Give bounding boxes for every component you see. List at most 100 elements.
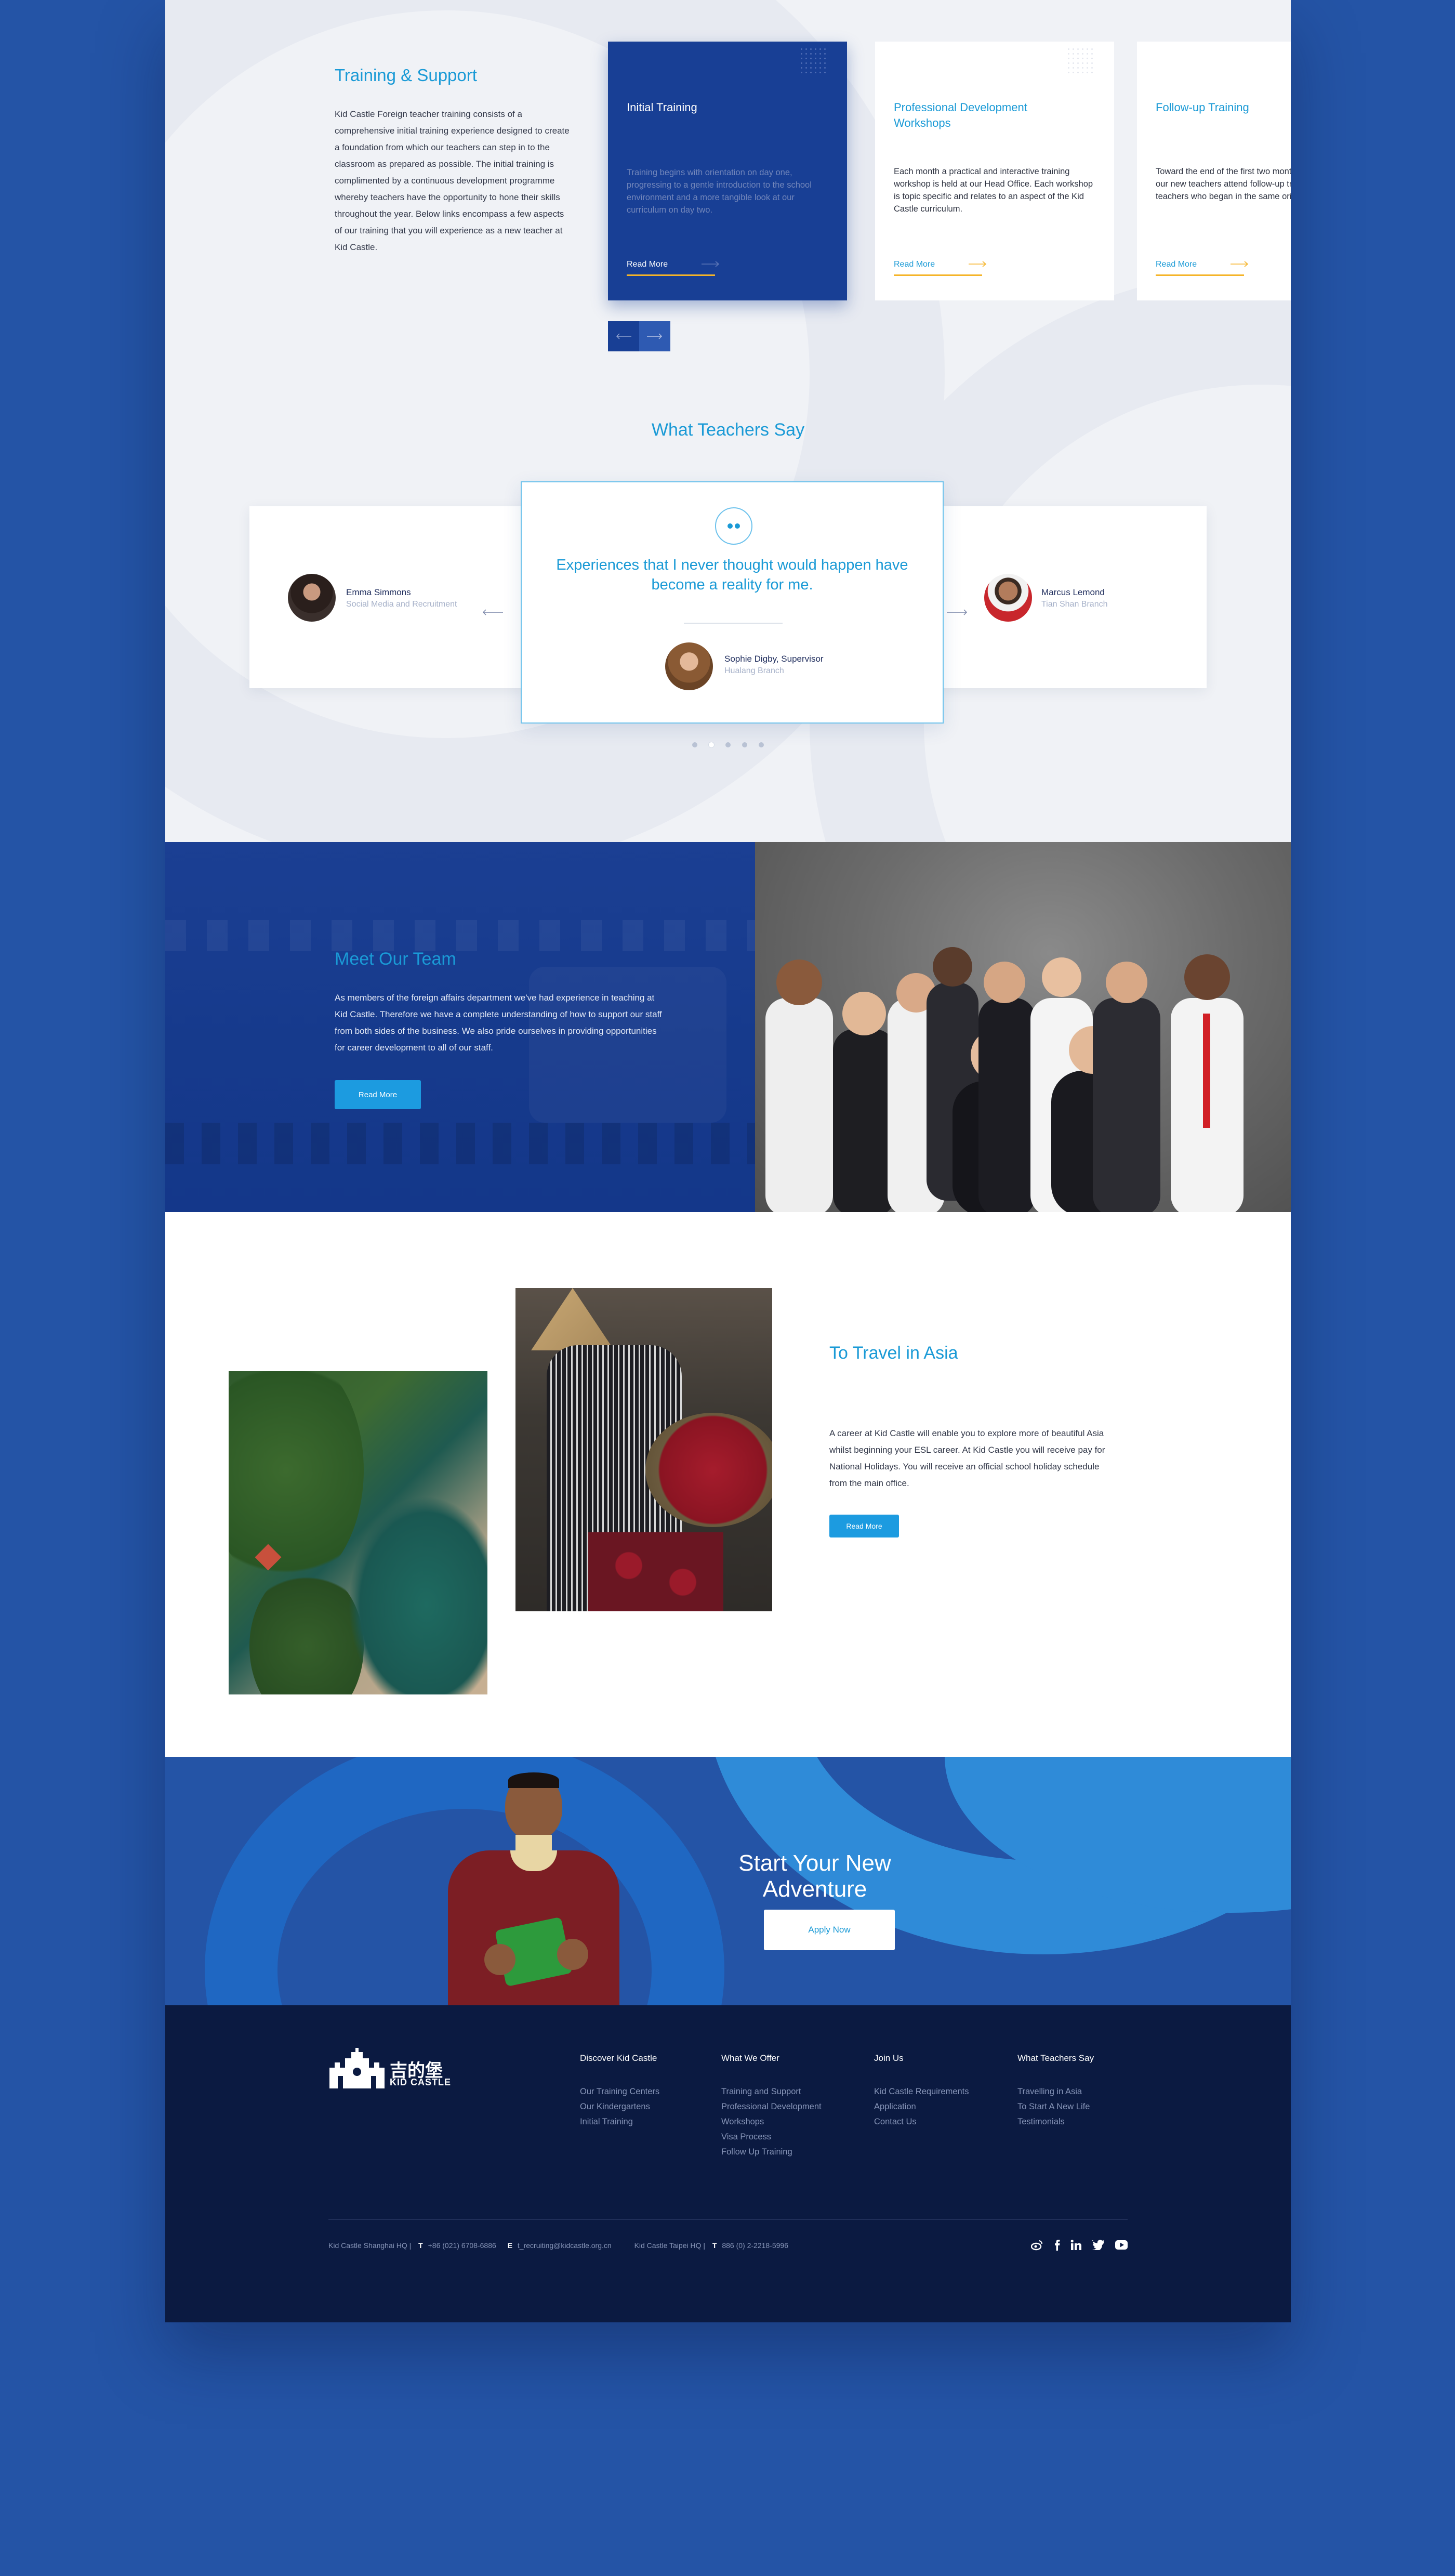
footer-heading: Join Us — [874, 2053, 904, 2063]
team-group-image — [765, 947, 1244, 1212]
footer-link[interactable]: Visa Process — [721, 2130, 822, 2145]
slider-prev-button[interactable] — [608, 321, 639, 351]
footer-link[interactable]: Contact Us — [874, 2114, 969, 2130]
team-text-panel: Meet Our Team As members of the foreign … — [165, 842, 755, 1212]
pager-dot[interactable] — [742, 742, 747, 747]
smiling-teacher-image — [443, 1772, 625, 2005]
avatar — [288, 574, 336, 622]
read-more-link[interactable]: Read More — [894, 260, 935, 269]
read-more-underline — [627, 274, 715, 276]
team-section: Meet Our Team As members of the foreign … — [165, 842, 1291, 1212]
hq-shanghai-name: Kid Castle Shanghai HQ | — [328, 2241, 412, 2250]
footer-heading: What Teachers Say — [1017, 2053, 1094, 2063]
footer-divider — [328, 2219, 1128, 2220]
pager-dot[interactable] — [759, 742, 764, 747]
castle-logo-icon — [329, 2048, 385, 2088]
email-label: E — [507, 2241, 513, 2250]
twitter-icon[interactable] — [1092, 2240, 1105, 2250]
travel-section: To Travel in Asia A career at Kid Castle… — [165, 1212, 1291, 1757]
travel-read-more-button[interactable]: Read More — [829, 1515, 899, 1537]
aerial-lake-image — [229, 1371, 487, 1694]
phone-label: T — [712, 2241, 717, 2250]
card-initial-training[interactable]: Initial Training Training begins with or… — [608, 42, 847, 300]
team-title: Meet Our Team — [335, 949, 456, 969]
footer-link[interactable]: Application — [874, 2099, 969, 2114]
testimonials-title: What Teachers Say — [651, 420, 805, 440]
travel-title: To Travel in Asia — [829, 1343, 958, 1363]
footer-link[interactable]: To Start A New Life — [1017, 2099, 1094, 2114]
team-text: As members of the foreign affairs depart… — [335, 993, 662, 1053]
card-title: Initial Training — [627, 101, 697, 114]
footer-link[interactable]: Our Training Centers — [580, 2084, 659, 2099]
footer-heading: Discover Kid Castle — [580, 2053, 657, 2063]
cta-section: Start Your New Adventure Apply Now — [165, 1757, 1291, 2005]
card-text: Toward the end of the first two months o… — [1156, 167, 1291, 201]
arrow-left-icon — [616, 333, 631, 339]
training-title: Training & Support — [335, 65, 477, 85]
footer-column-discover: Discover Kid Castle Our Training Centers… — [580, 2053, 659, 2130]
footer-link[interactable]: Kid Castle Requirements — [874, 2084, 969, 2099]
testimonial-role: Social Media and Recruitment — [346, 600, 457, 609]
apply-now-button[interactable]: Apply Now — [764, 1910, 895, 1950]
footer-link[interactable]: Training and Support — [721, 2084, 822, 2099]
logo-text: KID CASTLE — [390, 2077, 451, 2087]
linkedin-icon[interactable] — [1070, 2239, 1082, 2251]
dots-pattern — [1066, 47, 1095, 76]
footer-link[interactable]: Our Kindergartens — [580, 2099, 659, 2114]
team-read-more-button[interactable]: Read More — [335, 1080, 421, 1109]
card-professional-development[interactable]: Professional Development Workshops Each … — [875, 42, 1114, 300]
card-text: Each month a practical and interactive t… — [894, 167, 1093, 214]
read-more-link[interactable]: Read More — [1156, 260, 1197, 269]
card-title: Follow-up Training — [1156, 101, 1249, 114]
footer-logo[interactable]: 吉的堡 KID CASTLE — [328, 2047, 464, 2088]
testimonial-card-right[interactable]: Marcus Lemond Tian Shan Branch — [926, 506, 1207, 688]
arrow-right-icon — [947, 609, 968, 615]
footer-column-offer: What We Offer Training and Support Profe… — [721, 2053, 822, 2160]
card-title: Professional Development Workshops — [894, 101, 1027, 129]
footer-link[interactable]: Follow Up Training — [721, 2145, 822, 2160]
footer-column-teachers: What Teachers Say Travelling in Asia To … — [1017, 2053, 1094, 2130]
arrow-right-icon — [647, 333, 663, 339]
footer: 吉的堡 KID CASTLE Discover Kid Castle Our T… — [165, 2005, 1291, 2322]
testimonial-name: Marcus Lemond — [1041, 587, 1105, 597]
hq-shanghai-email[interactable]: t_recruiting@kidcastle.org.cn — [518, 2241, 612, 2250]
youtube-icon[interactable] — [1115, 2240, 1128, 2250]
facebook-icon[interactable] — [1054, 2239, 1060, 2251]
dots-pattern — [799, 47, 828, 76]
hq-taipei-phone: 886 (0) 2-2218-5996 — [722, 2241, 789, 2250]
testimonial-card-featured[interactable]: Experiences that I never thought would h… — [521, 481, 944, 724]
arrow-right-icon — [969, 261, 987, 267]
testimonial-card-left[interactable]: Emma Simmons Social Media and Recruitmen… — [249, 506, 530, 688]
pager-dot-active[interactable] — [709, 742, 714, 747]
training-intro: Kid Castle Foreign teacher training cons… — [335, 109, 570, 252]
read-more-underline — [1156, 274, 1244, 276]
team-photo — [755, 842, 1291, 1212]
arrow-right-icon — [702, 261, 720, 267]
footer-heading: What We Offer — [721, 2053, 779, 2063]
card-follow-up-training[interactable]: Follow-up Training Toward the end of the… — [1137, 42, 1291, 300]
travel-text: A career at Kid Castle will enable you t… — [829, 1428, 1105, 1488]
training-section: Training & Support Kid Castle Foreign te… — [165, 0, 1291, 842]
divider — [684, 623, 783, 624]
testimonial-role: Tian Shan Branch — [1041, 600, 1108, 609]
hq-taipei-name: Kid Castle Taipei HQ | — [634, 2241, 706, 2250]
slider-next-button[interactable] — [639, 321, 670, 351]
pager-dot[interactable] — [725, 742, 731, 747]
pager-dot[interactable] — [692, 742, 697, 747]
footer-link[interactable]: Initial Training — [580, 2114, 659, 2130]
read-more-underline — [894, 274, 982, 276]
cta-title: Start Your New Adventure — [738, 1850, 891, 1902]
footer-contact: Kid Castle Shanghai HQ | T +86 (021) 670… — [328, 2241, 788, 2250]
footer-link[interactable]: Professional Development — [721, 2099, 822, 2114]
read-more-link[interactable]: Read More — [627, 260, 668, 269]
testimonial-pager — [165, 741, 1291, 750]
phone-label: T — [418, 2241, 423, 2250]
footer-link[interactable]: Testimonials — [1017, 2114, 1094, 2130]
social-links — [1031, 2239, 1128, 2251]
avatar — [984, 574, 1032, 622]
footer-link[interactable]: Workshops — [721, 2114, 822, 2130]
footer-link[interactable]: Travelling in Asia — [1017, 2084, 1094, 2099]
testimonial-quote: Experiences that I never thought would h… — [556, 557, 908, 593]
weibo-icon[interactable] — [1031, 2239, 1043, 2251]
card-text: Training begins with orientation on day … — [627, 168, 812, 215]
